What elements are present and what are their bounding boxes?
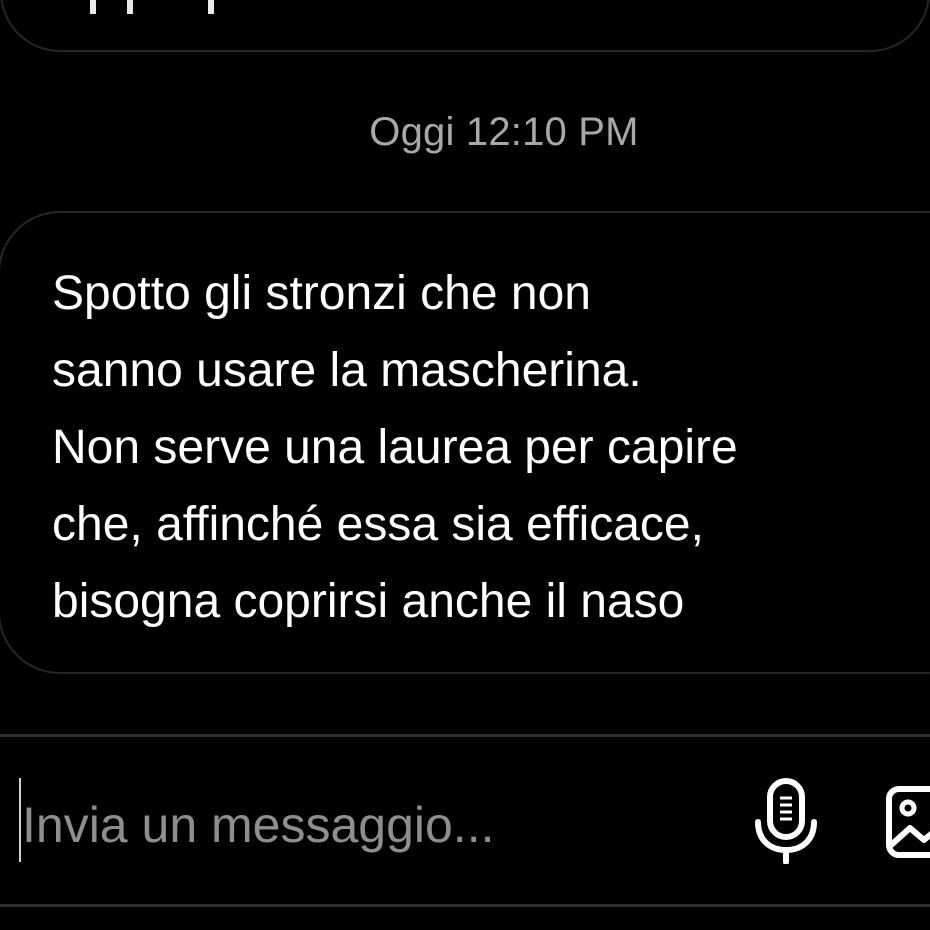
message-input[interactable]: [22, 790, 662, 860]
gallery-icon[interactable]: [884, 784, 930, 860]
text-cursor: [19, 778, 21, 862]
text-fragment: [208, 0, 214, 14]
message-text: Spotto gli stronzi che non sanno usare l…: [52, 267, 738, 628]
message-timestamp: Oggi 12:10 PM: [369, 110, 639, 154]
text-fragment: [90, 0, 96, 14]
composer-bottom-divider: [0, 904, 930, 907]
microphone-icon[interactable]: [752, 778, 820, 864]
previous-message-bubble[interactable]: [0, 0, 930, 52]
composer-top-divider: [0, 734, 930, 737]
chat-screen: Oggi 12:10 PM Spotto gli stronzi che non…: [0, 0, 930, 930]
text-fragment: [127, 0, 133, 14]
